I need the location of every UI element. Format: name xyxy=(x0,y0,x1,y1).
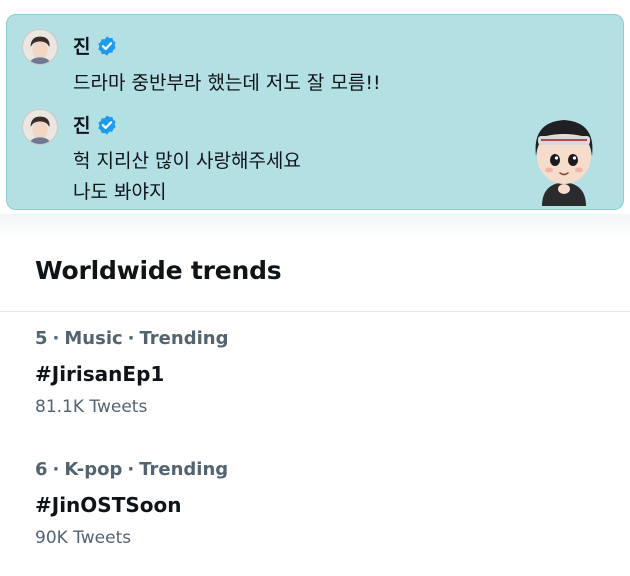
avatar[interactable] xyxy=(22,29,58,65)
section-gap xyxy=(0,214,630,240)
trend-category: Music xyxy=(64,328,123,349)
trend-separator: · xyxy=(127,328,135,349)
trend-status: Trending xyxy=(139,459,229,480)
sender-name: 진 xyxy=(73,32,118,59)
trend-category: K-pop xyxy=(64,459,123,480)
trend-item[interactable]: 6 · K-pop · Trending #JinOSTSoon 90K Tweets xyxy=(35,457,595,550)
sender-name: 진 xyxy=(73,111,118,138)
avatar[interactable] xyxy=(22,109,58,145)
character-sticker-icon xyxy=(524,110,604,206)
avatar-image xyxy=(23,110,57,144)
avatar-image xyxy=(23,30,57,64)
trend-meta: 6 · K-pop · Trending xyxy=(35,457,595,483)
verified-badge-icon xyxy=(96,114,118,136)
sender-name-text: 진 xyxy=(73,36,91,58)
trend-rank: 6 xyxy=(35,459,48,480)
trend-tweet-count: 81.1K Tweets xyxy=(35,397,148,417)
divider xyxy=(0,311,630,312)
trend-hashtag[interactable]: #JinOSTSoon xyxy=(35,491,595,519)
trend-meta: 5 · Music · Trending xyxy=(35,326,595,352)
section-title: Worldwide trends xyxy=(35,256,282,285)
trend-hashtag[interactable]: #JirisanEp1 xyxy=(35,360,595,388)
sender-name-text: 진 xyxy=(73,115,91,137)
trend-separator: · xyxy=(127,459,135,480)
trend-tweet-count: 90K Tweets xyxy=(35,528,132,548)
message-text: 드라마 중반부라 했는데 저도 잘 모름!! xyxy=(73,72,381,94)
trend-separator: · xyxy=(52,459,60,480)
trend-separator: · xyxy=(52,328,60,349)
verified-badge-icon xyxy=(96,35,118,57)
trend-status: Trending xyxy=(139,328,229,349)
trend-rank: 5 xyxy=(35,328,48,349)
trend-item[interactable]: 5 · Music · Trending #JirisanEp1 81.1K Tweet… xyxy=(35,326,595,419)
message-text: 나도 봐야지 xyxy=(73,181,167,203)
message-text: 헉 지리산 많이 사랑해주세요 xyxy=(73,150,301,172)
